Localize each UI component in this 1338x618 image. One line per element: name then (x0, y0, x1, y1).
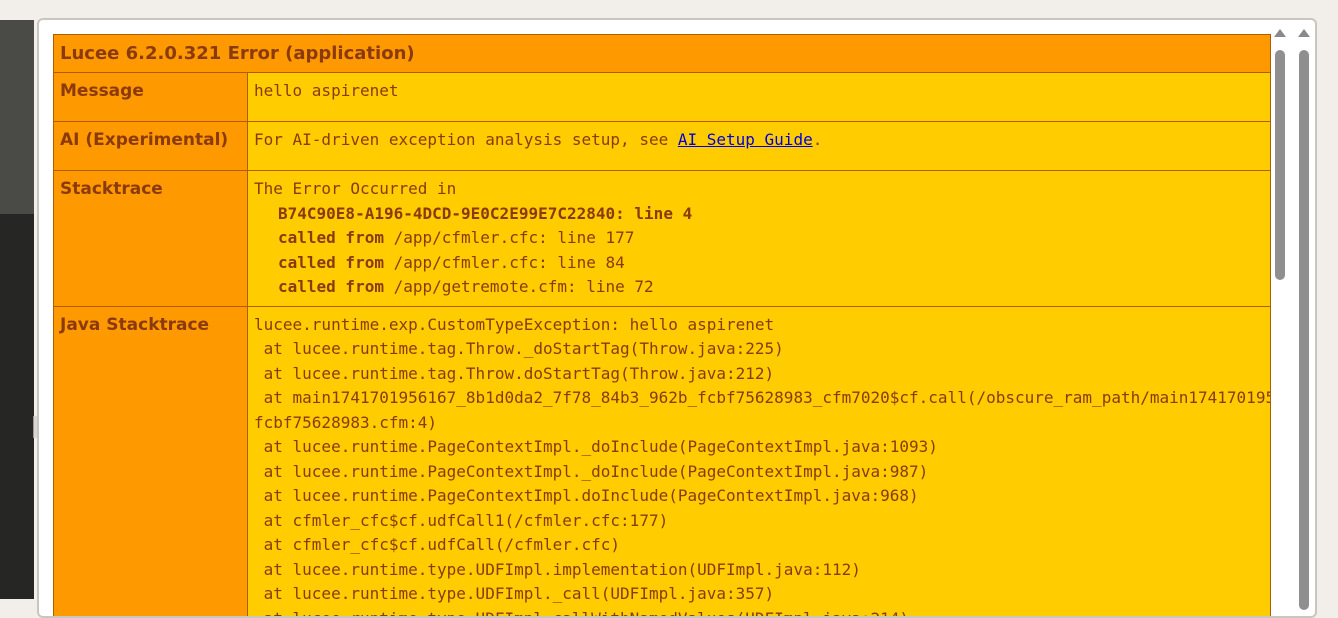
ai-text-before: For AI-driven exception analysis setup, … (254, 130, 678, 149)
ai-row: AI (Experimental) For AI-driven exceptio… (54, 122, 1271, 171)
ai-setup-guide-link[interactable]: AI Setup Guide (678, 130, 813, 149)
java-stacktrace-value: lucee.runtime.exp.CustomTypeException: h… (248, 306, 1271, 618)
called-from-label: called from (278, 277, 384, 296)
stacktrace-call: called from /app/getremote.cfm: line 72 (254, 275, 1264, 300)
scroll-up-arrow-icon[interactable] (1298, 29, 1310, 37)
java-stacktrace-line: at lucee.runtime.PageContextImpl._doIncl… (254, 435, 1264, 460)
stacktrace-label: Stacktrace (54, 171, 248, 307)
error-title: Lucee 6.2.0.321 Error (application) (54, 35, 1271, 73)
java-stacktrace-row: Java Stacktrace lucee.runtime.exp.Custom… (54, 306, 1271, 618)
call-location: /app/cfmler.cfc: line 177 (384, 228, 634, 247)
java-stacktrace-line: at lucee.runtime.type.UDFImpl._call(UDFI… (254, 582, 1264, 607)
message-label: Message (54, 73, 248, 122)
stacktrace-call: called from /app/cfmler.cfc: line 177 (254, 226, 1264, 251)
inner-scrollbar[interactable] (1273, 26, 1287, 618)
error-table: Lucee 6.2.0.321 Error (application) Mess… (53, 34, 1271, 618)
ai-text: For AI-driven exception analysis setup, … (254, 128, 1264, 153)
ai-value: For AI-driven exception analysis setup, … (248, 122, 1271, 171)
java-stacktrace-line: at lucee.runtime.type.UDFImpl.callWithNa… (254, 607, 1264, 618)
error-dialog: Lucee 6.2.0.321 Error (application) Mess… (37, 18, 1317, 618)
ai-text-after: . (813, 130, 823, 149)
java-stacktrace-line: at cfmler_cfc$cf.udfCall(/cfmler.cfc) (254, 533, 1264, 558)
outer-scrollbar-thumb[interactable] (1299, 50, 1309, 610)
java-stacktrace-line: at lucee.runtime.PageContextImpl._doIncl… (254, 460, 1264, 485)
background-app-panel (0, 20, 34, 214)
message-text: hello aspirenet (254, 79, 1264, 104)
call-location: /app/getremote.cfm: line 72 (384, 277, 654, 296)
scroll-up-arrow-icon[interactable] (1274, 29, 1286, 37)
message-value: hello aspirenet (248, 73, 1271, 122)
java-stacktrace-line: at lucee.runtime.tag.Throw.doStartTag(Th… (254, 362, 1264, 387)
java-stacktrace-line: at lucee.runtime.type.UDFImpl.implementa… (254, 558, 1264, 583)
stacktrace-row: Stacktrace The Error Occurred in B74C90E… (54, 171, 1271, 307)
called-from-label: called from (278, 228, 384, 247)
stacktrace-value: The Error Occurred in B74C90E8-A196-4DCD… (248, 171, 1271, 307)
inner-scrollbar-thumb[interactable] (1275, 50, 1285, 280)
java-stacktrace-line: fcbf75628983.cfm:4) (254, 411, 1264, 436)
outer-scrollbar[interactable] (1297, 26, 1311, 618)
java-stacktrace-line: at lucee.runtime.tag.Throw._doStartTag(T… (254, 337, 1264, 362)
stacktrace-origin: B74C90E8-A196-4DCD-9E0C2E99E7C22840: lin… (254, 202, 1264, 227)
call-location: /app/cfmler.cfc: line 84 (384, 253, 625, 272)
java-stacktrace-line: at main1741701956167_8b1d0da2_7f78_84b3_… (254, 386, 1264, 411)
error-title-row: Lucee 6.2.0.321 Error (application) (54, 35, 1271, 73)
java-stacktrace-label: Java Stacktrace (54, 306, 248, 618)
background-app-sidebar (0, 214, 34, 599)
called-from-label: called from (278, 253, 384, 272)
stacktrace-intro: The Error Occurred in (254, 177, 1264, 202)
java-stacktrace-line: at cfmler_cfc$cf.udfCall1(/cfmler.cfc:17… (254, 509, 1264, 534)
java-stacktrace-line: lucee.runtime.exp.CustomTypeException: h… (254, 313, 1264, 338)
stacktrace-call: called from /app/cfmler.cfc: line 84 (254, 251, 1264, 276)
message-row: Message hello aspirenet (54, 73, 1271, 122)
java-stacktrace-line: at lucee.runtime.PageContextImpl.doInclu… (254, 484, 1264, 509)
ai-label: AI (Experimental) (54, 122, 248, 171)
